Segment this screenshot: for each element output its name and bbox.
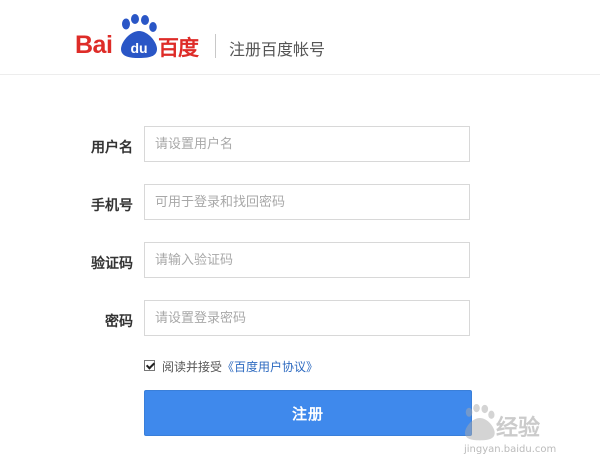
register-button[interactable]: 注册 — [144, 390, 472, 436]
username-label: 用户名 — [91, 140, 133, 156]
phone-label: 手机号 — [91, 198, 133, 214]
logo-du-text: du — [130, 40, 147, 56]
password-input[interactable] — [144, 300, 470, 336]
header-divider — [215, 34, 216, 58]
password-label: 密码 — [105, 314, 133, 330]
user-agreement-link[interactable]: 《百度用户协议》 — [222, 358, 318, 375]
baidu-paw-icon: du — [121, 14, 157, 58]
logo-cn-text: 百度 — [158, 36, 199, 60]
watermark-url: jingyan.baidu.com — [464, 444, 557, 455]
page-header: Bai du 百度 注册百度帐号 — [0, 0, 600, 75]
page-title: 注册百度帐号 — [229, 40, 326, 59]
watermark: 经验 jingyan.baidu.com — [462, 402, 592, 462]
watermark-paw-icon — [464, 404, 495, 441]
captcha-label: 验证码 — [91, 256, 133, 272]
agreement-text: 阅读并接受 — [162, 360, 223, 374]
baidu-logo[interactable]: Bai du 百度 — [75, 14, 205, 60]
username-input[interactable] — [144, 126, 470, 162]
captcha-input[interactable] — [144, 242, 470, 278]
watermark-text: 经验 — [496, 416, 541, 441]
agreement-checkbox[interactable] — [144, 360, 155, 371]
phone-input[interactable] — [144, 184, 470, 220]
logo-bai-text: Bai — [75, 31, 113, 59]
